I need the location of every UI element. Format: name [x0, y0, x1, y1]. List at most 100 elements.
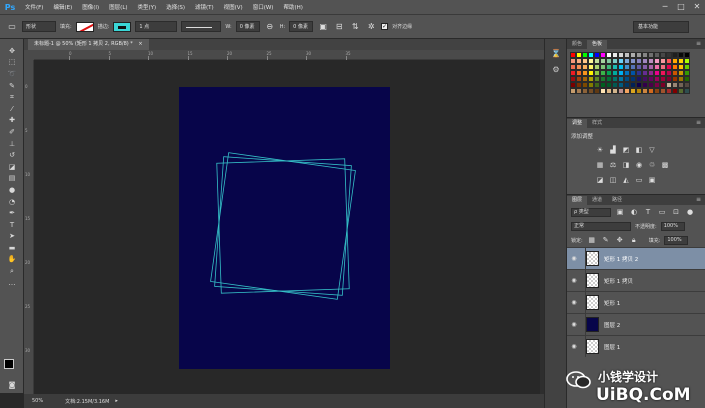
stroke-swatch[interactable] — [113, 21, 132, 32]
menu-item[interactable]: 编辑(E) — [48, 3, 77, 11]
quick-mask-icon[interactable]: ◙ — [0, 379, 24, 391]
close-button[interactable]: ✕ — [692, 2, 702, 12]
hue-saturation-icon[interactable]: ▦ — [595, 160, 605, 170]
artboard[interactable] — [179, 87, 390, 369]
threshold-icon[interactable]: ◭ — [621, 175, 631, 185]
panel-menu-icon[interactable]: ≡ — [696, 196, 701, 203]
shape-tool-icon[interactable]: ▭ — [6, 21, 18, 33]
menu-item[interactable]: 图像(I) — [77, 3, 104, 11]
width-input[interactable]: 0 像素 — [235, 21, 260, 32]
workspace-select[interactable]: 基本功能 — [633, 21, 689, 33]
filter-type-icon[interactable]: T — [643, 207, 653, 217]
curves-icon[interactable]: ◩ — [621, 145, 631, 155]
fill-swatch[interactable] — [75, 21, 94, 32]
tab-channels[interactable]: 通道 — [587, 196, 607, 205]
link-icon[interactable]: ⊖ — [264, 21, 276, 33]
filter-adjust-icon[interactable]: ◐ — [629, 207, 639, 217]
zoom-level[interactable]: 50% — [32, 398, 43, 404]
channel-mixer-icon[interactable]: ♲ — [647, 160, 657, 170]
tab-layers[interactable]: 图层 — [567, 196, 588, 205]
quick-select-tool-icon[interactable]: ✎ — [0, 80, 24, 92]
selective-color-icon[interactable]: ▣ — [647, 175, 657, 185]
rectangle-tool-icon[interactable]: ▬ — [0, 242, 24, 254]
fill-input[interactable]: 100% — [664, 235, 689, 245]
invert-icon[interactable]: ◪ — [595, 175, 605, 185]
eye-icon[interactable]: ◉ — [567, 277, 581, 284]
path-arrangement-icon[interactable]: ⇅ — [349, 21, 361, 33]
path-selection-tool-icon[interactable]: ➤ — [0, 231, 24, 243]
tab-swatches[interactable]: 色板 — [587, 40, 608, 49]
type-tool-icon[interactable]: T — [0, 219, 24, 231]
lasso-tool-icon[interactable]: ➰ — [0, 68, 24, 80]
layer-filter-select[interactable]: ρ 类型 — [571, 207, 611, 217]
canvas-area[interactable] — [34, 60, 544, 394]
menu-item[interactable]: 图层(L) — [104, 3, 132, 11]
black-white-icon[interactable]: ◨ — [621, 160, 631, 170]
vibrance-icon[interactable]: ▽ — [647, 145, 657, 155]
opacity-input[interactable]: 100% — [660, 221, 685, 231]
layer-row[interactable]: ◉ 矩形 1 拷贝 2 — [567, 247, 705, 269]
tab-paths[interactable]: 路径 — [607, 196, 627, 205]
clone-stamp-tool-icon[interactable]: ⊥ — [0, 138, 24, 150]
status-arrow-icon[interactable]: ▸ — [115, 398, 118, 404]
eyedropper-tool-icon[interactable]: ⁄ — [0, 103, 24, 115]
filter-smart-icon[interactable]: ⊡ — [671, 207, 681, 217]
layer-row[interactable]: ◉ 图层 1 — [567, 335, 705, 357]
photo-filter-icon[interactable]: ◉ — [634, 160, 644, 170]
layer-row[interactable]: ◉ 矩形 1 — [567, 291, 705, 313]
minimize-button[interactable]: ─ — [660, 2, 670, 12]
filter-pixel-icon[interactable]: ▣ — [615, 207, 625, 217]
history-panel-icon[interactable]: ⌛ — [545, 45, 567, 61]
zoom-tool-icon[interactable]: ⌕ — [0, 265, 24, 277]
properties-panel-icon[interactable]: ⚙ — [545, 61, 567, 77]
height-input[interactable]: 0 像素 — [289, 21, 314, 32]
tab-adjustments[interactable]: 调整 — [567, 119, 588, 128]
history-brush-tool-icon[interactable]: ↺ — [0, 149, 24, 161]
lock-pixels-icon[interactable]: ✎ — [601, 235, 611, 245]
maximize-button[interactable]: □ — [676, 2, 686, 12]
path-alignment-icon[interactable]: ⊟ — [333, 21, 345, 33]
gear-icon[interactable]: ✲ — [365, 21, 377, 33]
blend-mode-select[interactable]: 正常 — [571, 221, 631, 231]
eye-icon[interactable]: ◉ — [567, 321, 581, 328]
tab-color[interactable]: 颜色 — [567, 40, 587, 49]
menu-item[interactable]: 窗口(W) — [248, 3, 279, 11]
filter-toggle-icon[interactable]: ● — [685, 207, 695, 217]
menu-item[interactable]: 类型(Y) — [133, 3, 162, 11]
posterize-icon[interactable]: ◫ — [608, 175, 618, 185]
stroke-width-input[interactable]: 1 点 — [135, 21, 178, 32]
layer-row[interactable]: ◉ 矩形 1 拷贝 — [567, 269, 705, 291]
shape-mode-select[interactable]: 形状 — [22, 21, 56, 32]
filter-shape-icon[interactable]: ▭ — [657, 207, 667, 217]
blur-tool-icon[interactable]: ● — [0, 184, 24, 196]
hand-tool-icon[interactable]: ✋ — [0, 254, 24, 266]
menu-item[interactable]: 选择(S) — [161, 3, 190, 11]
color-lookup-icon[interactable]: ▩ — [660, 160, 670, 170]
gradient-map-icon[interactable]: ▭ — [634, 175, 644, 185]
panel-menu-icon[interactable]: ≡ — [696, 40, 701, 47]
move-tool-icon[interactable]: ✥ — [0, 45, 24, 57]
layer-row[interactable]: ◉ 图层 2 — [567, 313, 705, 335]
eye-icon[interactable]: ◉ — [567, 255, 581, 262]
menu-item[interactable]: 滤镜(T) — [190, 3, 219, 11]
stroke-style-select[interactable] — [181, 21, 222, 32]
brush-tool-icon[interactable]: ✐ — [0, 126, 24, 138]
swatch[interactable] — [684, 88, 690, 94]
document-tab[interactable]: 未标题-1 @ 50% (矩形 1 拷贝 2, RGB/8) * × — [28, 39, 149, 50]
crop-tool-icon[interactable]: ⌗ — [0, 91, 24, 103]
foreground-color[interactable] — [4, 359, 14, 369]
eraser-tool-icon[interactable]: ◪ — [0, 161, 24, 173]
pen-tool-icon[interactable]: ✒ — [0, 207, 24, 219]
color-balance-icon[interactable]: ⚖ — [608, 160, 618, 170]
healing-brush-tool-icon[interactable]: ✚ — [0, 115, 24, 127]
align-edges-checkbox[interactable]: ✓ — [381, 23, 389, 30]
more-tools-icon[interactable]: … — [0, 277, 24, 289]
lock-position-icon[interactable]: ✥ — [615, 235, 625, 245]
levels-icon[interactable]: ▟ — [608, 145, 618, 155]
lock-transparent-icon[interactable]: ▦ — [587, 235, 597, 245]
dodge-tool-icon[interactable]: ◔ — [0, 196, 24, 208]
lock-all-icon[interactable]: 🔒︎ — [629, 235, 639, 245]
tab-close-icon[interactable]: × — [138, 41, 142, 47]
exposure-icon[interactable]: ◧ — [634, 145, 644, 155]
path-operations-icon[interactable]: ▣ — [317, 21, 329, 33]
